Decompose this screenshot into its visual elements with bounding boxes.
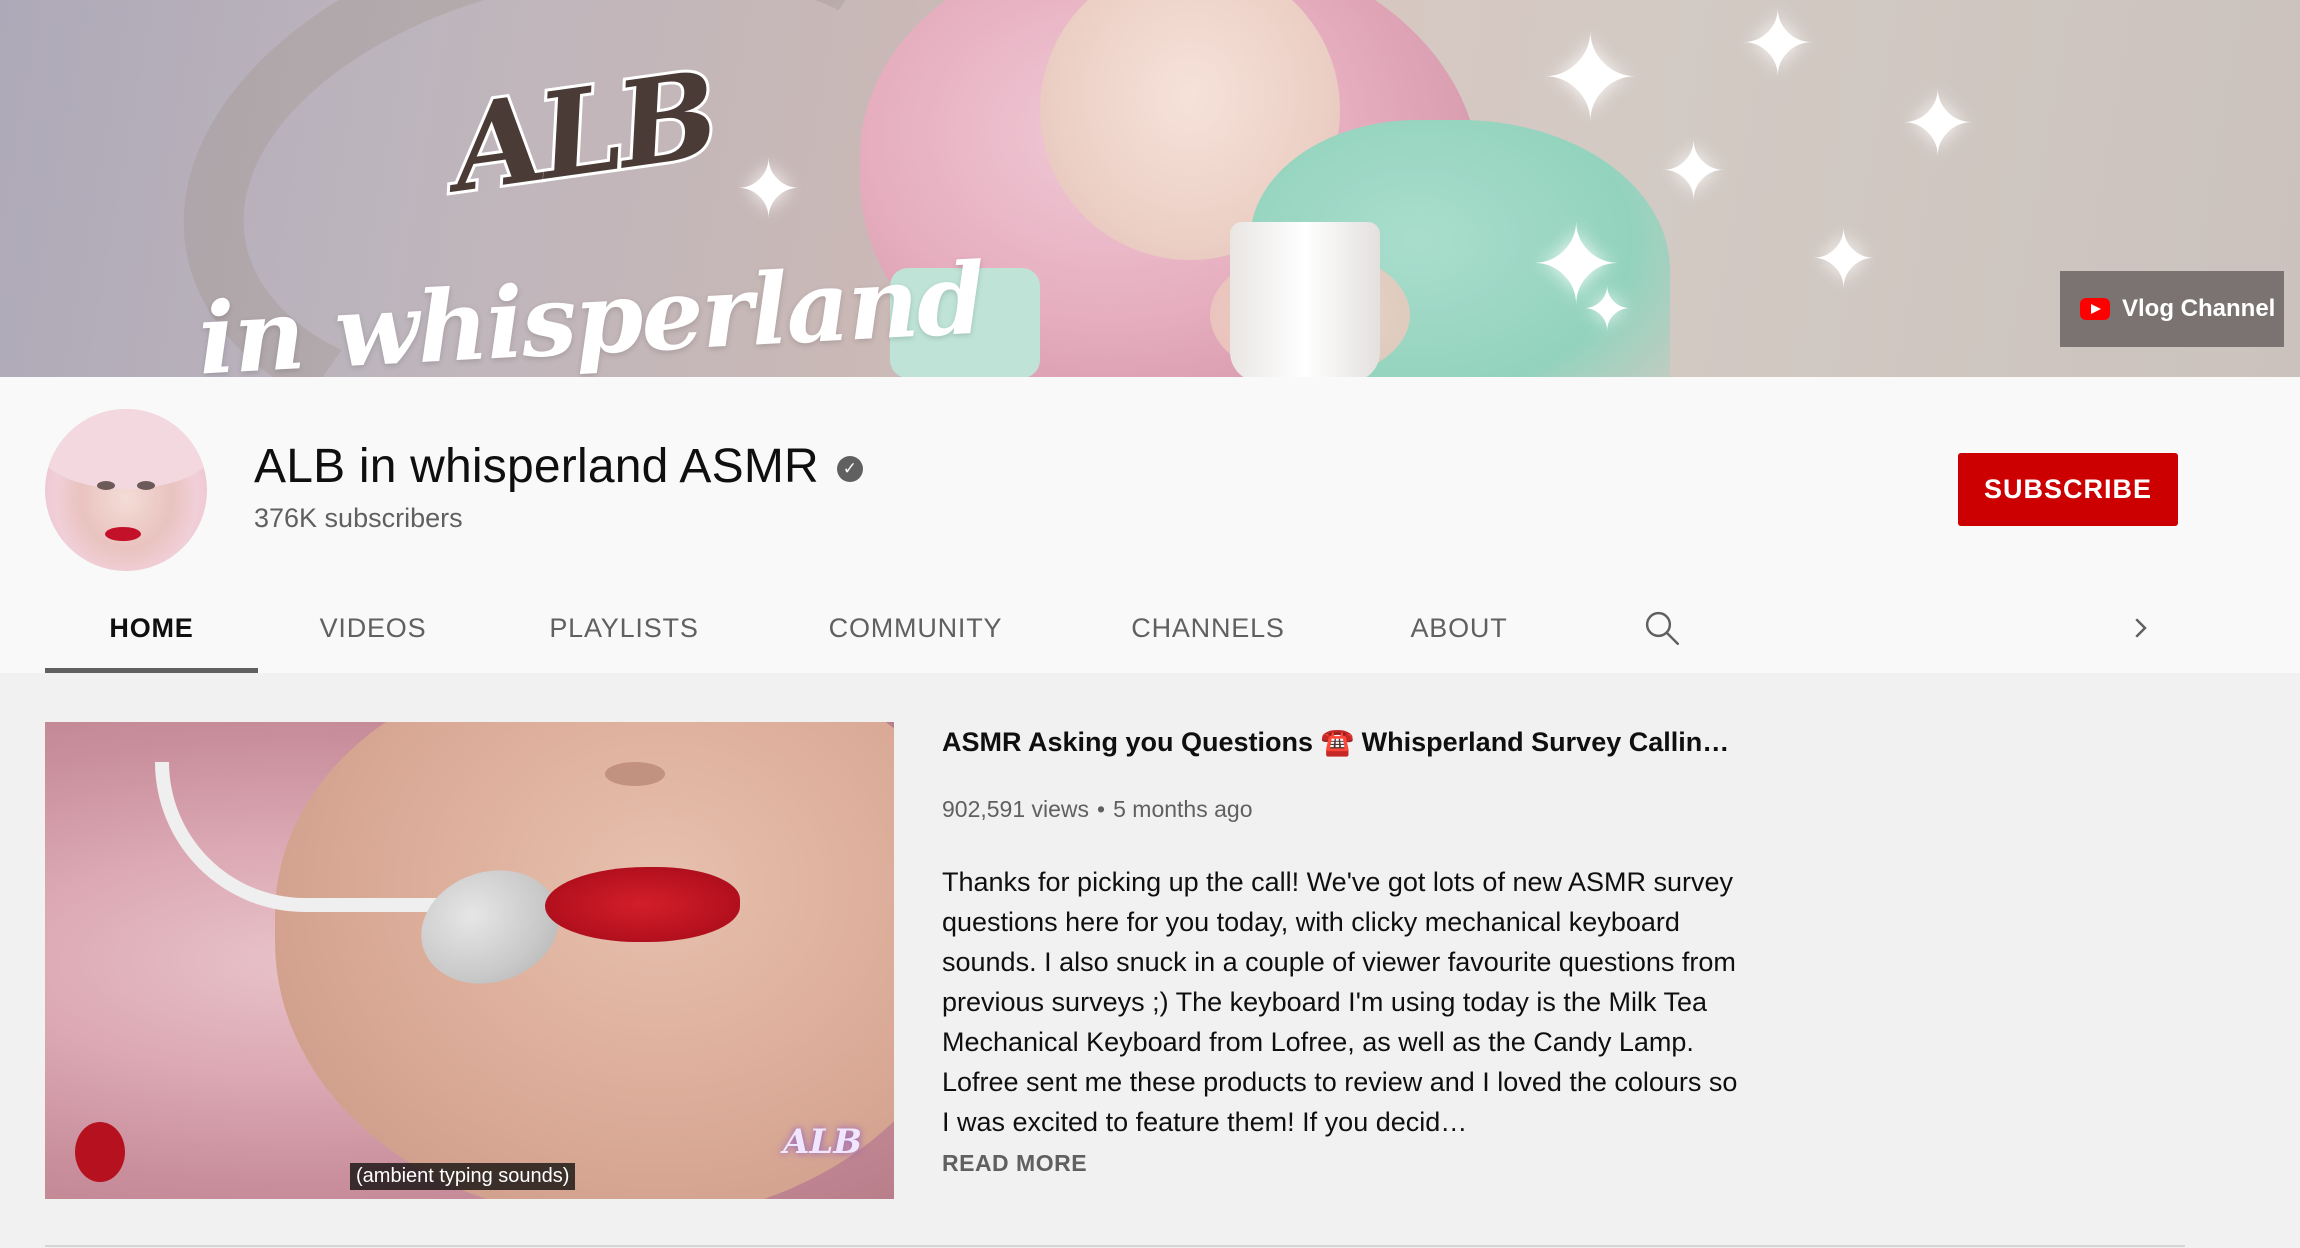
avatar-eye bbox=[137, 481, 155, 490]
tab-videos[interactable]: VIDEOS bbox=[258, 583, 488, 673]
sparkle-icon: ✦ bbox=[1540, 10, 1641, 149]
tab-community[interactable]: COMMUNITY bbox=[760, 583, 1071, 673]
sparkle-icon: ✦ bbox=[1740, 0, 1816, 97]
thumb-nose-shadow bbox=[605, 762, 665, 786]
thumb-headset-boom bbox=[155, 762, 485, 912]
sparkle-icon: ✦ bbox=[1660, 125, 1728, 218]
section-divider bbox=[45, 1245, 2185, 1247]
meta-separator: • bbox=[1097, 796, 1106, 822]
channel-avatar[interactable] bbox=[45, 409, 207, 571]
featured-video-meta: 902,591 views • 5 months ago bbox=[942, 796, 1252, 823]
channel-header: ALB in whisperland ASMR ✓ 376K subscribe… bbox=[0, 377, 2300, 673]
sparkle-icon: ✦ bbox=[1582, 275, 1633, 345]
upload-age: 5 months ago bbox=[1113, 796, 1253, 822]
verified-check-icon: ✓ bbox=[836, 455, 863, 482]
thumb-fingernail bbox=[75, 1122, 125, 1182]
thumb-lips bbox=[545, 867, 740, 942]
sparkle-icon: ✦ bbox=[1900, 72, 1976, 177]
youtube-logo-icon bbox=[2080, 298, 2110, 320]
read-more-button[interactable]: READ MORE bbox=[942, 1150, 1087, 1177]
avatar-lips bbox=[105, 527, 141, 541]
sparkle-icon: ✦ bbox=[1810, 213, 1878, 306]
tab-search[interactable] bbox=[1641, 583, 1683, 673]
video-caption: (ambient typing sounds) bbox=[350, 1163, 576, 1190]
avatar-eye bbox=[97, 481, 115, 490]
banner-mug bbox=[1230, 222, 1380, 377]
view-count: 902,591 views bbox=[942, 796, 1090, 822]
channel-tabs: HOME VIDEOS PLAYLISTS COMMUNITY CHANNELS… bbox=[45, 583, 2147, 673]
sparkle-icon: ✦ bbox=[735, 143, 803, 236]
tab-home[interactable]: HOME bbox=[45, 583, 258, 673]
avatar-hair bbox=[45, 409, 207, 489]
featured-video-description: Thanks for picking up the call! We've go… bbox=[942, 867, 1738, 1137]
search-icon bbox=[1645, 611, 1679, 645]
channel-name-row: ALB in whisperland ASMR ✓ bbox=[254, 439, 863, 494]
video-watermark: ALB bbox=[783, 1122, 863, 1162]
featured-video-player[interactable]: ALB (ambient typing sounds) bbox=[45, 722, 894, 1199]
tab-channels[interactable]: CHANNELS bbox=[1071, 583, 1345, 673]
subscribe-button[interactable]: SUBSCRIBE bbox=[1958, 453, 2178, 526]
chevron-right-icon bbox=[2135, 618, 2147, 638]
tab-playlists[interactable]: PLAYLISTS bbox=[488, 583, 760, 673]
subscriber-count: 376K subscribers bbox=[254, 503, 463, 533]
tabs-scroll-right[interactable] bbox=[2125, 583, 2155, 673]
featured-video-title[interactable]: ASMR Asking you Questions ☎️ Whisperland… bbox=[942, 722, 1742, 762]
channel-title: ALB in whisperland ASMR bbox=[254, 440, 819, 493]
vlog-channel-label: Vlog Channel bbox=[2122, 295, 2276, 322]
tab-about[interactable]: ABOUT bbox=[1345, 583, 1573, 673]
vlog-channel-link[interactable]: Vlog Channel bbox=[2060, 271, 2284, 347]
channel-banner: ALB in whisperland ✦ ✦ ✦ ✦ ✦ ✦ ✦ ✦ Vlog … bbox=[0, 0, 2300, 377]
